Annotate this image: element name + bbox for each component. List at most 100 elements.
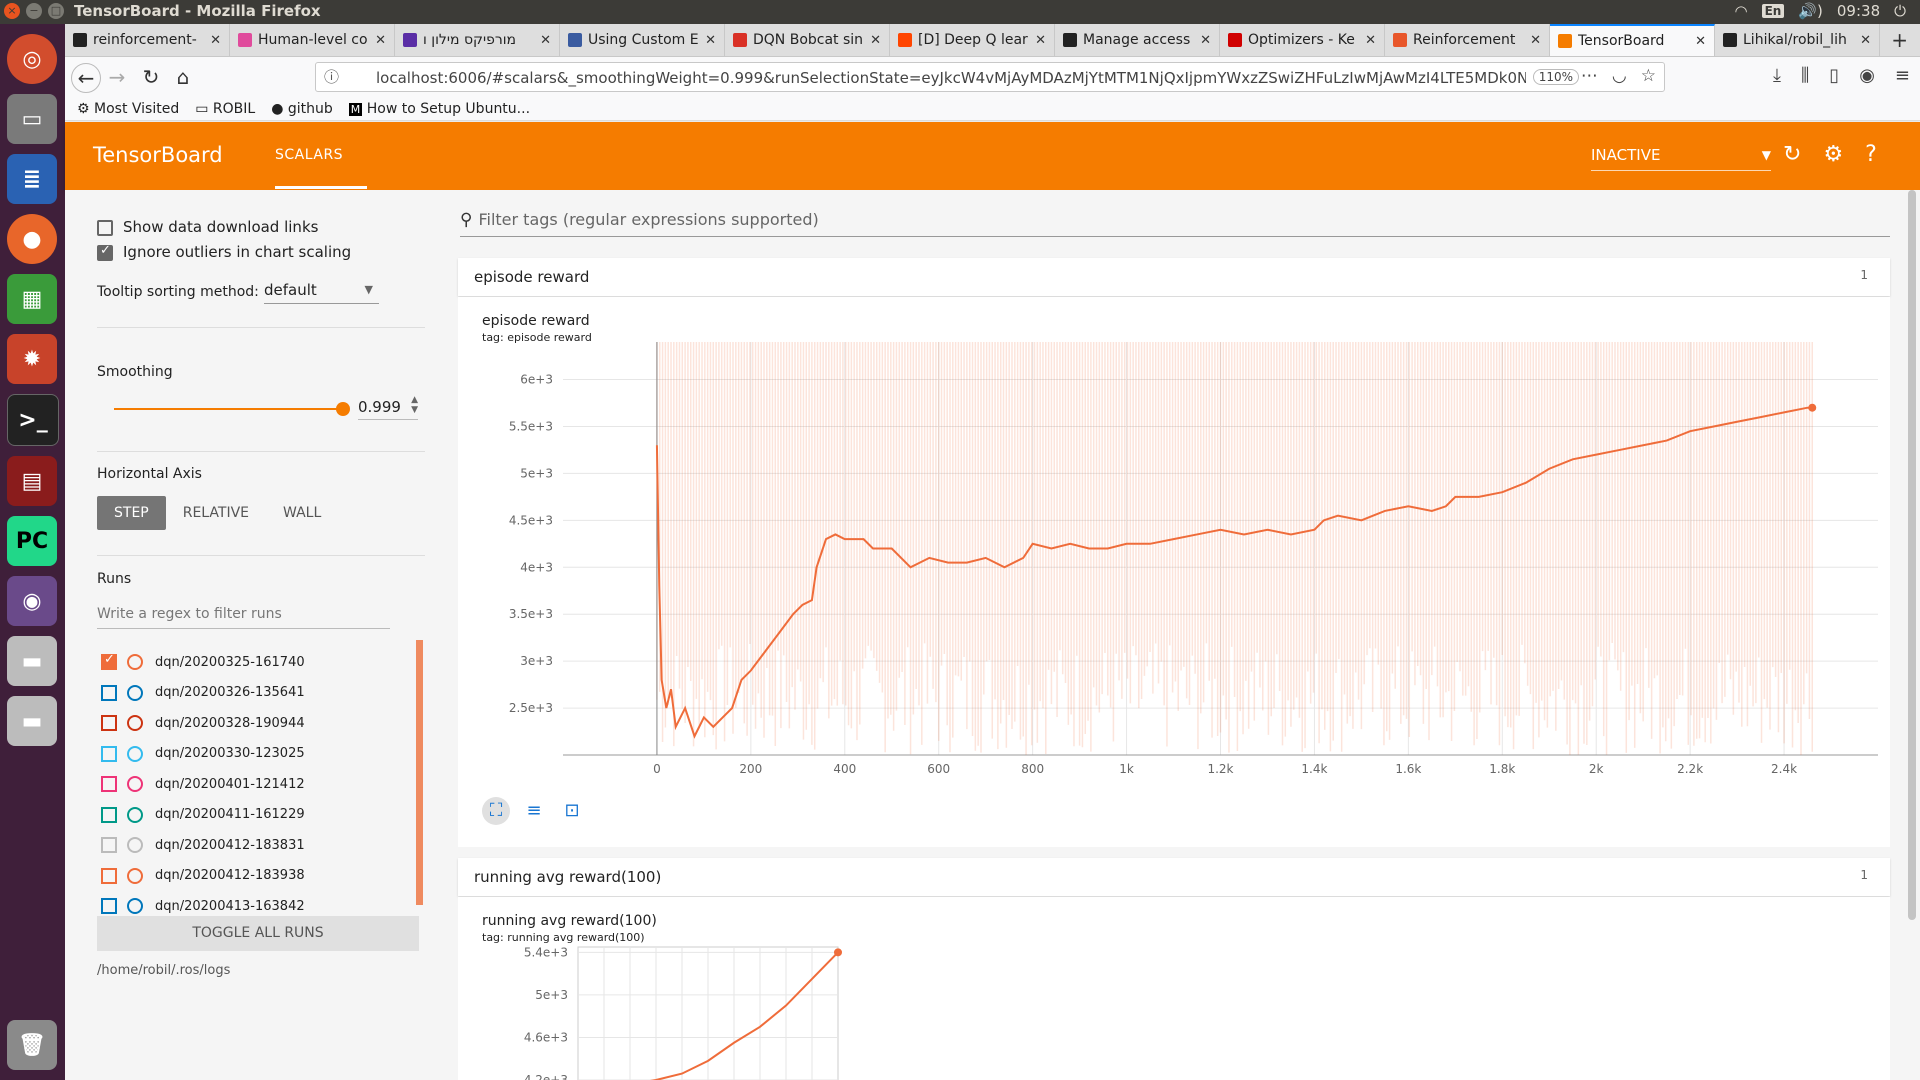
- minimize-window-button[interactable]: −: [26, 3, 42, 19]
- runs-filter-input[interactable]: Write a regex to filter runs: [97, 606, 390, 629]
- system-monitor-icon[interactable]: ▤: [7, 456, 57, 506]
- spinner-icon[interactable]: ▲ ▼: [411, 395, 418, 415]
- browser-tab[interactable]: TensorBoard ✕: [1550, 24, 1715, 56]
- tag-filter-input[interactable]: ⚲ Filter tags (regular expressions suppor…: [460, 210, 1890, 237]
- url-text[interactable]: localhost:6006/#scalars&_smoothingWeight…: [376, 69, 1526, 87]
- fullscreen-icon[interactable]: ⛶: [482, 797, 510, 825]
- calc-icon[interactable]: ▦: [7, 274, 57, 324]
- firefox-icon[interactable]: ●: [7, 214, 57, 264]
- plugin-select[interactable]: INACTIVE ▼: [1591, 146, 1771, 171]
- forward-button[interactable]: →: [103, 63, 131, 91]
- settings-icon[interactable]: ✹: [7, 334, 57, 384]
- axis-wall-button[interactable]: WALL: [266, 496, 338, 530]
- zoom-indicator[interactable]: 110%: [1532, 69, 1579, 85]
- tab-scalars[interactable]: SCALARS: [275, 147, 343, 163]
- bookmark-github[interactable]: ● github: [271, 101, 333, 117]
- reload-button[interactable]: ↻: [137, 63, 165, 91]
- bookmark-most-visited[interactable]: ⚙ Most Visited: [77, 101, 179, 117]
- refresh-icon[interactable]: ↻: [1783, 142, 1801, 167]
- close-tab-icon[interactable]: ✕: [210, 33, 221, 48]
- card-header-running-avg[interactable]: running avg reward(100) 1: [458, 858, 1890, 896]
- close-tab-icon[interactable]: ✕: [1860, 33, 1871, 48]
- run-checkbox[interactable]: [101, 745, 117, 762]
- run-checkbox[interactable]: [101, 806, 117, 823]
- browser-tab[interactable]: Reinforcement ✕: [1385, 24, 1550, 56]
- maximize-window-button[interactable]: □: [48, 3, 64, 19]
- clock[interactable]: 09:38: [1837, 2, 1880, 20]
- browser-tab[interactable]: reinforcement- ✕: [65, 24, 230, 56]
- smoothing-slider-track[interactable]: [114, 408, 341, 410]
- video-icon[interactable]: ◉: [7, 576, 57, 626]
- run-item[interactable]: dqn/20200326-135641: [101, 684, 305, 701]
- close-tab-icon[interactable]: ✕: [375, 33, 386, 48]
- trash-icon[interactable]: 🗑: [7, 1020, 57, 1070]
- close-tab-icon[interactable]: ✕: [1530, 33, 1541, 48]
- log-scale-icon[interactable]: ≡: [520, 797, 548, 825]
- fit-domain-icon[interactable]: ⊡: [558, 797, 586, 825]
- more-icon[interactable]: ⋯: [1581, 66, 1598, 86]
- checkbox-box[interactable]: [97, 219, 113, 236]
- drive-icon-2[interactable]: ▬: [7, 696, 57, 746]
- browser-tab[interactable]: [D] Deep Q lear ✕: [890, 24, 1055, 56]
- main-scrollbar[interactable]: [1908, 190, 1916, 920]
- run-item[interactable]: dqn/20200411-161229: [101, 806, 305, 823]
- volume-icon[interactable]: 🔊): [1798, 2, 1823, 20]
- account-icon[interactable]: ◉: [1859, 65, 1875, 86]
- back-button[interactable]: ←: [71, 63, 101, 93]
- run-item[interactable]: dqn/20200328-190944: [101, 715, 305, 731]
- browser-tab[interactable]: DQN Bobcat sin ✕: [725, 24, 890, 56]
- terminal-icon[interactable]: >_: [7, 394, 59, 446]
- download-icon[interactable]: ⤓: [1773, 65, 1781, 86]
- run-checkbox[interactable]: [101, 684, 117, 701]
- close-tab-icon[interactable]: ✕: [1365, 33, 1376, 48]
- library-icon[interactable]: ⫼: [1801, 65, 1809, 86]
- close-tab-icon[interactable]: ✕: [870, 33, 881, 48]
- toggle-all-runs-button[interactable]: TOGGLE ALL RUNS: [97, 916, 419, 951]
- sidebar-icon[interactable]: ▯: [1829, 65, 1839, 86]
- run-checkbox[interactable]: [101, 867, 117, 884]
- gear-icon[interactable]: ⚙: [1823, 142, 1843, 167]
- episode-reward-chart[interactable]: 0 200 400 600 800 1k 1.2k 1.4k 1.6k 1.8k 2k 2.2k 2.4…: [458, 337, 1878, 797]
- keyboard-layout[interactable]: En: [1761, 4, 1785, 18]
- close-window-button[interactable]: ×: [4, 3, 20, 19]
- browser-tab[interactable]: Lihikal/robil_lih ✕: [1715, 24, 1880, 56]
- browser-tab[interactable]: Optimizers - Ke ✕: [1220, 24, 1385, 56]
- bookmark-star-icon[interactable]: ☆: [1641, 66, 1656, 86]
- bookmark-ubuntu-setup[interactable]: M How to Setup Ubuntu...: [348, 101, 530, 117]
- smoothing-input[interactable]: 0.999 ▲ ▼: [358, 395, 418, 420]
- run-item[interactable]: dqn/20200413-163842: [101, 898, 305, 914]
- axis-step-button[interactable]: STEP: [97, 496, 166, 530]
- close-tab-icon[interactable]: ✕: [705, 33, 716, 48]
- files-icon[interactable]: ▭: [7, 94, 57, 144]
- run-checkbox[interactable]: [101, 898, 117, 914]
- browser-tab[interactable]: מורפיקס מילון ו ✕: [395, 24, 560, 56]
- run-item[interactable]: dqn/20200412-183831: [101, 837, 305, 853]
- wifi-icon[interactable]: ◠: [1735, 2, 1748, 20]
- run-checkbox[interactable]: [101, 652, 117, 670]
- url-bar[interactable]: ⓘ localhost:6006/#scalars&_smoothingWeig…: [315, 62, 1665, 92]
- smoothing-slider-knob[interactable]: [336, 402, 350, 416]
- home-icon[interactable]: ⌂: [169, 63, 197, 91]
- close-tab-icon[interactable]: ✕: [1200, 33, 1211, 48]
- close-tab-icon[interactable]: ✕: [1695, 34, 1706, 49]
- checkbox-box[interactable]: [97, 243, 113, 261]
- close-tab-icon[interactable]: ✕: [540, 33, 551, 48]
- new-tab-button[interactable]: +: [1891, 28, 1908, 52]
- run-checkbox[interactable]: [101, 715, 117, 731]
- bookmark-robil[interactable]: ▭ ROBIL: [195, 101, 255, 117]
- writer-icon[interactable]: ≣: [7, 154, 57, 204]
- ubuntu-icon[interactable]: ◎: [7, 34, 57, 84]
- menu-icon[interactable]: ≡: [1895, 65, 1910, 86]
- help-icon[interactable]: ?: [1865, 142, 1877, 167]
- run-item[interactable]: dqn/20200330-123025: [101, 745, 305, 762]
- run-checkbox[interactable]: [101, 776, 117, 792]
- runs-scrollbar[interactable]: [416, 640, 423, 905]
- close-tab-icon[interactable]: ✕: [1035, 33, 1046, 48]
- run-item[interactable]: dqn/20200412-183938: [101, 867, 305, 884]
- run-checkbox[interactable]: [101, 837, 117, 853]
- running-avg-chart[interactable]: 4.2e+3 4.6e+3 5e+3 5.4e+3: [458, 945, 858, 1080]
- browser-tab[interactable]: Human-level co ✕: [230, 24, 395, 56]
- run-item[interactable]: dqn/20200325-161740: [101, 652, 305, 670]
- show-download-links-checkbox[interactable]: Show data download links: [97, 218, 318, 236]
- ignore-outliers-checkbox[interactable]: Ignore outliers in chart scaling: [97, 243, 351, 261]
